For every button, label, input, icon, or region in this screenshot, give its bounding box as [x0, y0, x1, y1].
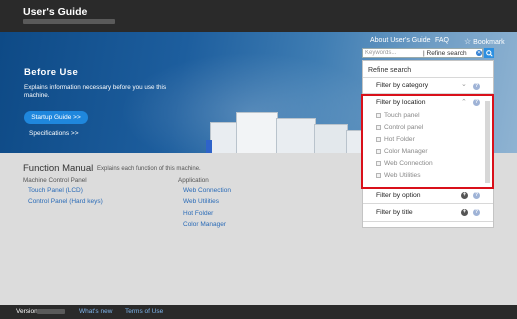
filter-by-title-toggle[interactable]: Filter by title [376, 209, 413, 216]
web-connection-link[interactable]: Web Connection [183, 187, 231, 194]
refine-search-toggle[interactable]: | Refine search [423, 50, 467, 57]
about-users-guide-link[interactable]: About User's Guide [370, 37, 430, 44]
refine-clear-icon[interactable]: ✕ [476, 50, 482, 56]
bookmark-link[interactable]: ☆ Bookmark [464, 37, 505, 46]
help-icon[interactable]: ? [473, 83, 480, 90]
faq-link[interactable]: FAQ [435, 37, 449, 44]
specifications-link[interactable]: Specifications >> [29, 130, 79, 137]
hot-folder-link[interactable]: Hot Folder [183, 210, 213, 217]
terms-of-use-link[interactable]: Terms of Use [125, 308, 163, 315]
filter-by-category-toggle[interactable]: Filter by category [376, 82, 428, 89]
column-heading-application: Application [178, 177, 209, 184]
printer-image [206, 110, 375, 153]
filter-by-option-toggle[interactable]: Filter by option [376, 192, 421, 199]
version-label: Version [16, 308, 38, 315]
search-button[interactable] [484, 48, 494, 58]
help-icon[interactable]: ? [473, 192, 480, 199]
function-manual-title: Function Manual [23, 163, 94, 174]
whats-new-link[interactable]: What's new [79, 308, 112, 315]
column-heading-machine-control-panel: Machine Control Panel [23, 177, 87, 184]
search-bar: | Refine search ✕ [362, 48, 483, 58]
highlight-frame [361, 94, 494, 189]
plus-icon[interactable]: + [461, 192, 468, 199]
web-utilities-link[interactable]: Web Utilities [183, 198, 219, 205]
function-manual-description: Explains each function of this machine. [97, 166, 201, 172]
chevron-down-icon[interactable]: ⌄ [461, 80, 467, 88]
star-icon: ☆ [464, 37, 472, 46]
control-panel-hard-keys-link[interactable]: Control Panel (Hard keys) [28, 198, 103, 205]
search-icon [485, 49, 493, 57]
app-title: User's Guide [23, 6, 88, 18]
startup-guide-button[interactable]: Startup Guide >> [24, 111, 88, 124]
blurred-product-name [23, 19, 115, 24]
help-icon[interactable]: ? [473, 209, 480, 216]
bookmark-label: Bookmark [473, 39, 505, 46]
plus-icon[interactable]: + [461, 209, 468, 216]
before-use-description: Explains information necessary before yo… [24, 84, 167, 99]
before-use-heading: Before Use [24, 67, 79, 78]
search-input[interactable] [365, 49, 419, 57]
color-manager-link[interactable]: Color Manager [183, 221, 226, 228]
refine-search-heading: Refine search [368, 67, 412, 74]
top-header-bar: User's Guide [0, 0, 517, 32]
footer-bar: Version What's new Terms of Use [0, 305, 517, 319]
touch-panel-lcd-link[interactable]: Touch Panel (LCD) [28, 187, 83, 194]
blurred-version-number [37, 309, 65, 314]
